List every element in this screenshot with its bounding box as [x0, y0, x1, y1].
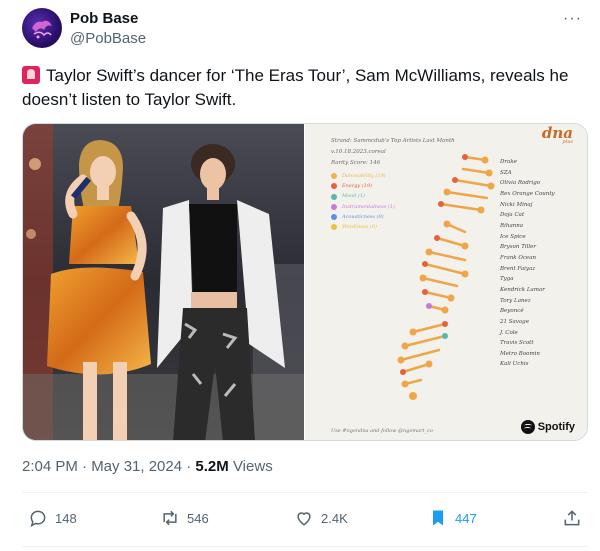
tweet-timestamp[interactable]: 2:04 PM · May 31, 2024 · 5.2M Views — [22, 458, 273, 475]
bookmark-icon — [433, 510, 443, 526]
avatar[interactable] — [22, 8, 62, 48]
rotating-light-icon — [22, 66, 40, 84]
heart-icon — [297, 512, 311, 526]
user-handle[interactable]: @PobBase — [70, 30, 146, 47]
tweet-media[interactable]: Strand: Sammcdub's Top Artists Last Mont… — [22, 123, 588, 441]
tweet-header: Pob Base @PobBase ··· — [22, 8, 582, 56]
artist-list: Drake SZA Olivia Rodrigo Rex Orange County… — [500, 159, 555, 368]
reply-button[interactable]: 148 — [28, 508, 77, 528]
like-button[interactable]: 2.4K — [294, 508, 348, 528]
bookmark-button[interactable]: 447 — [428, 508, 477, 528]
repost-button[interactable]: 546 — [160, 508, 209, 528]
views-count: 5.2M — [195, 458, 229, 475]
reply-icon — [30, 510, 46, 528]
spotify-stats-card: Strand: Sammcdub's Top Artists Last Mont… — [305, 124, 587, 440]
spotify-logo: Spotify — [520, 420, 575, 434]
more-options-icon[interactable]: ··· — [563, 10, 582, 28]
card-footer: Use #ngendna and follow @ngemart_co — [331, 428, 433, 434]
divider — [22, 492, 588, 493]
share-icon — [564, 510, 580, 526]
repost-icon — [163, 510, 177, 526]
display-name[interactable]: Pob Base — [70, 10, 138, 27]
share-button[interactable] — [562, 508, 589, 528]
concert-photo — [23, 124, 304, 440]
tweet-text: Taylor Swift’s dancer for ‘The Eras Tour… — [22, 66, 569, 109]
divider — [22, 546, 588, 547]
action-bar: 148 546 2.4K 447 — [22, 500, 588, 538]
spotify-icon — [520, 420, 535, 434]
